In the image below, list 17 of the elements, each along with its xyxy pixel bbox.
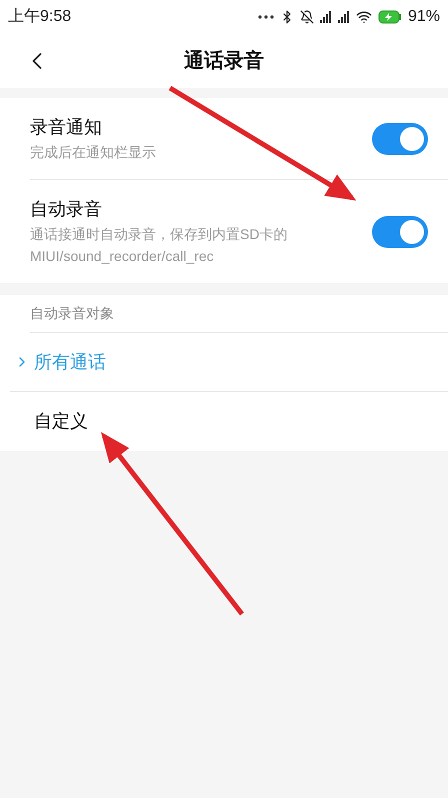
- setting-description: 完成后在通知栏显示: [30, 143, 157, 162]
- signal-icon: [320, 10, 332, 22]
- battery-percent: 91%: [408, 6, 440, 26]
- battery-icon: [378, 10, 402, 24]
- section-heading: 自动录音对象: [30, 304, 114, 323]
- page-title: 通话录音: [184, 48, 264, 74]
- status-time: 上午9:58: [8, 6, 72, 26]
- signal-icon: [338, 10, 350, 22]
- wifi-icon: [356, 8, 372, 24]
- setting-title: 录音通知: [30, 116, 103, 139]
- bell-off-icon: [300, 10, 314, 24]
- toggle-switch[interactable]: [372, 122, 428, 154]
- more-dots-icon: [258, 14, 274, 18]
- toggle-switch[interactable]: [372, 216, 428, 248]
- setting-description: 通话接通时自动录音，保存到内置SD卡的MIUI/sound_recorder/call_rec: [30, 225, 288, 266]
- option-item[interactable]: 自定义: [34, 408, 88, 435]
- setting-title: 自动录音: [30, 198, 103, 221]
